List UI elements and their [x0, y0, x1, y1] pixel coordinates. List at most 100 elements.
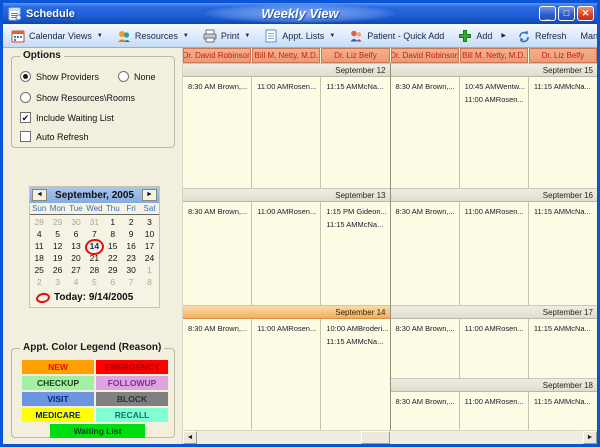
- calendar-day[interactable]: 1: [104, 216, 122, 228]
- appointment-entry[interactable]: 8:30 AM Brown,...: [188, 205, 249, 218]
- day-provider-cell[interactable]: 11:00 AMRosen...: [460, 392, 529, 430]
- calendar-day[interactable]: 2: [122, 216, 140, 228]
- appointment-entry[interactable]: 8:30 AM Brown,...: [188, 80, 249, 93]
- checkbox-icon[interactable]: [20, 131, 31, 142]
- appointment-entry[interactable]: 11:00 AMRosen...: [465, 395, 526, 408]
- calendar-day[interactable]: 23: [122, 252, 140, 264]
- provider-column-header[interactable]: Dr. Liz Belfy: [321, 48, 389, 63]
- horizontal-scrollbar[interactable]: ◄ ►: [183, 430, 597, 444]
- manage-repeats-button[interactable]: Manage Repeats: [574, 29, 600, 43]
- appointment-entry[interactable]: 11:15 AMMcNa...: [534, 322, 595, 335]
- provider-column-header[interactable]: Bill M. Netty, M.D.: [252, 48, 320, 63]
- calendar-day[interactable]: 4: [67, 276, 85, 288]
- calendar-day[interactable]: 8: [140, 276, 158, 288]
- day-provider-cell[interactable]: 11:00 AMRosen...: [460, 202, 529, 305]
- day-provider-cell[interactable]: 8:30 AM Brown,...: [183, 77, 252, 188]
- show-providers-radio[interactable]: Show Providers: [20, 71, 99, 82]
- calendar-day[interactable]: 10: [140, 228, 158, 240]
- calendar-day[interactable]: 12: [48, 240, 66, 252]
- day-provider-cell[interactable]: 11:15 AMMcNa...: [529, 319, 597, 378]
- radio-icon[interactable]: [118, 71, 129, 82]
- calendar-day[interactable]: 5: [48, 228, 66, 240]
- date-band[interactable]: September 18: [391, 378, 598, 392]
- provider-column-header[interactable]: Dr. David Robinson: [183, 48, 251, 63]
- resources-button[interactable]: Resources▼: [111, 27, 195, 45]
- close-button[interactable]: ✕: [577, 6, 594, 21]
- calendar-day[interactable]: 25: [30, 264, 48, 276]
- next-month-button[interactable]: ►: [142, 189, 157, 201]
- show-resources-radio[interactable]: Show Resources\Rooms: [20, 92, 135, 103]
- add-button[interactable]: Add: [452, 27, 498, 45]
- appt-lists-button[interactable]: Appt. Lists▼: [258, 27, 341, 45]
- calendar-day[interactable]: 1: [140, 264, 158, 276]
- calendar-day[interactable]: 24: [140, 252, 158, 264]
- scroll-left-button[interactable]: ◄: [183, 431, 197, 444]
- calendar-day[interactable]: 21: [85, 252, 103, 264]
- appointment-entry[interactable]: 8:30 AM Brown,...: [396, 322, 457, 335]
- calendar-day[interactable]: 17: [140, 240, 158, 252]
- calendar-day[interactable]: 6: [104, 276, 122, 288]
- appointment-entry[interactable]: 11:00 AMRosen...: [257, 205, 318, 218]
- calendar-day[interactable]: 18: [30, 252, 48, 264]
- appointment-entry[interactable]: 11:15 AMMcNa...: [534, 395, 595, 408]
- date-band[interactable]: September 15: [391, 63, 598, 77]
- radio-selected-icon[interactable]: [20, 71, 31, 82]
- day-provider-cell[interactable]: 11:15 AMMcNa...: [529, 392, 597, 430]
- calendar-day[interactable]: 28: [30, 216, 48, 228]
- today-row[interactable]: Today: 9/14/2005: [30, 289, 159, 307]
- provider-column-header[interactable]: Bill M. Netty, M.D.: [460, 48, 528, 63]
- toolbar-overflow-button[interactable]: ▶: [498, 30, 509, 41]
- day-provider-cell[interactable]: 10:00 AMBroderi...11:15 AMMcNa...: [321, 319, 389, 430]
- calendar-day[interactable]: 29: [104, 264, 122, 276]
- none-radio[interactable]: None: [118, 71, 156, 82]
- calendar-day[interactable]: 30: [67, 216, 85, 228]
- date-band[interactable]: September 14: [183, 305, 390, 319]
- day-provider-cell[interactable]: 8:30 AM Brown,...: [183, 319, 252, 430]
- scrollbar-thumb[interactable]: [361, 431, 390, 444]
- minimize-button[interactable]: _: [539, 6, 556, 21]
- date-band[interactable]: September 12: [183, 63, 390, 77]
- calendar-day[interactable]: 20: [67, 252, 85, 264]
- appointment-entry[interactable]: 11:00 AMRosen...: [257, 322, 318, 335]
- provider-column-header[interactable]: Dr. David Robinson: [391, 48, 459, 63]
- appointment-entry[interactable]: 11:00 AMRosen...: [257, 80, 318, 93]
- appointment-entry[interactable]: 8:30 AM Brown,...: [396, 205, 457, 218]
- calendar-day[interactable]: 31: [85, 216, 103, 228]
- print-button[interactable]: Print▼: [197, 27, 256, 45]
- calendar-day[interactable]: 7: [122, 276, 140, 288]
- appointment-entry[interactable]: 11:00 AMRosen...: [465, 322, 526, 335]
- day-provider-cell[interactable]: 8:30 AM Brown,...: [391, 392, 460, 430]
- appointment-entry[interactable]: 8:30 AM Brown,...: [188, 322, 249, 335]
- calendar-day[interactable]: 28: [85, 264, 103, 276]
- day-provider-cell[interactable]: 11:15 AMMcNa...: [321, 77, 389, 188]
- calendar-day[interactable]: 8: [104, 228, 122, 240]
- appointment-entry[interactable]: 11:00 AMRosen...: [465, 93, 526, 106]
- radio-icon[interactable]: [20, 92, 31, 103]
- appointment-entry[interactable]: 11:15 AMMcNa...: [534, 205, 595, 218]
- appointment-entry[interactable]: 11:15 AMMcNa...: [534, 80, 595, 93]
- date-band[interactable]: September 17: [391, 305, 598, 319]
- calendar-day[interactable]: 2: [30, 276, 48, 288]
- day-provider-cell[interactable]: 11:00 AMRosen...: [252, 77, 321, 188]
- date-band[interactable]: September 16: [391, 188, 598, 202]
- appointment-entry[interactable]: 11:00 AMRosen...: [465, 205, 526, 218]
- day-provider-cell[interactable]: 11:00 AMRosen...: [252, 202, 321, 305]
- day-provider-cell[interactable]: 11:00 AMRosen...: [460, 319, 529, 378]
- auto-refresh-checkbox[interactable]: Auto Refresh: [20, 131, 89, 142]
- appointment-entry[interactable]: 10:00 AMBroderi...: [326, 322, 387, 335]
- prev-month-button[interactable]: ◄: [32, 189, 47, 201]
- appointment-entry[interactable]: 1:15 PM Gideon...: [326, 205, 387, 218]
- calendar-day[interactable]: 3: [48, 276, 66, 288]
- calendar-day[interactable]: 19: [48, 252, 66, 264]
- refresh-button[interactable]: Refresh: [511, 27, 573, 45]
- calendar-day[interactable]: 26: [48, 264, 66, 276]
- appointment-entry[interactable]: 10:45 AMWentw...: [465, 80, 526, 93]
- calendar-views-button[interactable]: Calendar Views▼: [5, 27, 109, 45]
- calendar-day[interactable]: 6: [67, 228, 85, 240]
- day-provider-cell[interactable]: 8:30 AM Brown,...: [391, 319, 460, 378]
- appointment-entry[interactable]: 8:30 AM Brown,...: [396, 395, 457, 408]
- date-band[interactable]: September 13: [183, 188, 390, 202]
- appointment-entry[interactable]: 11:15 AMMcNa...: [326, 335, 387, 348]
- calendar-day[interactable]: 15: [104, 240, 122, 252]
- day-provider-cell[interactable]: 8:30 AM Brown,...: [183, 202, 252, 305]
